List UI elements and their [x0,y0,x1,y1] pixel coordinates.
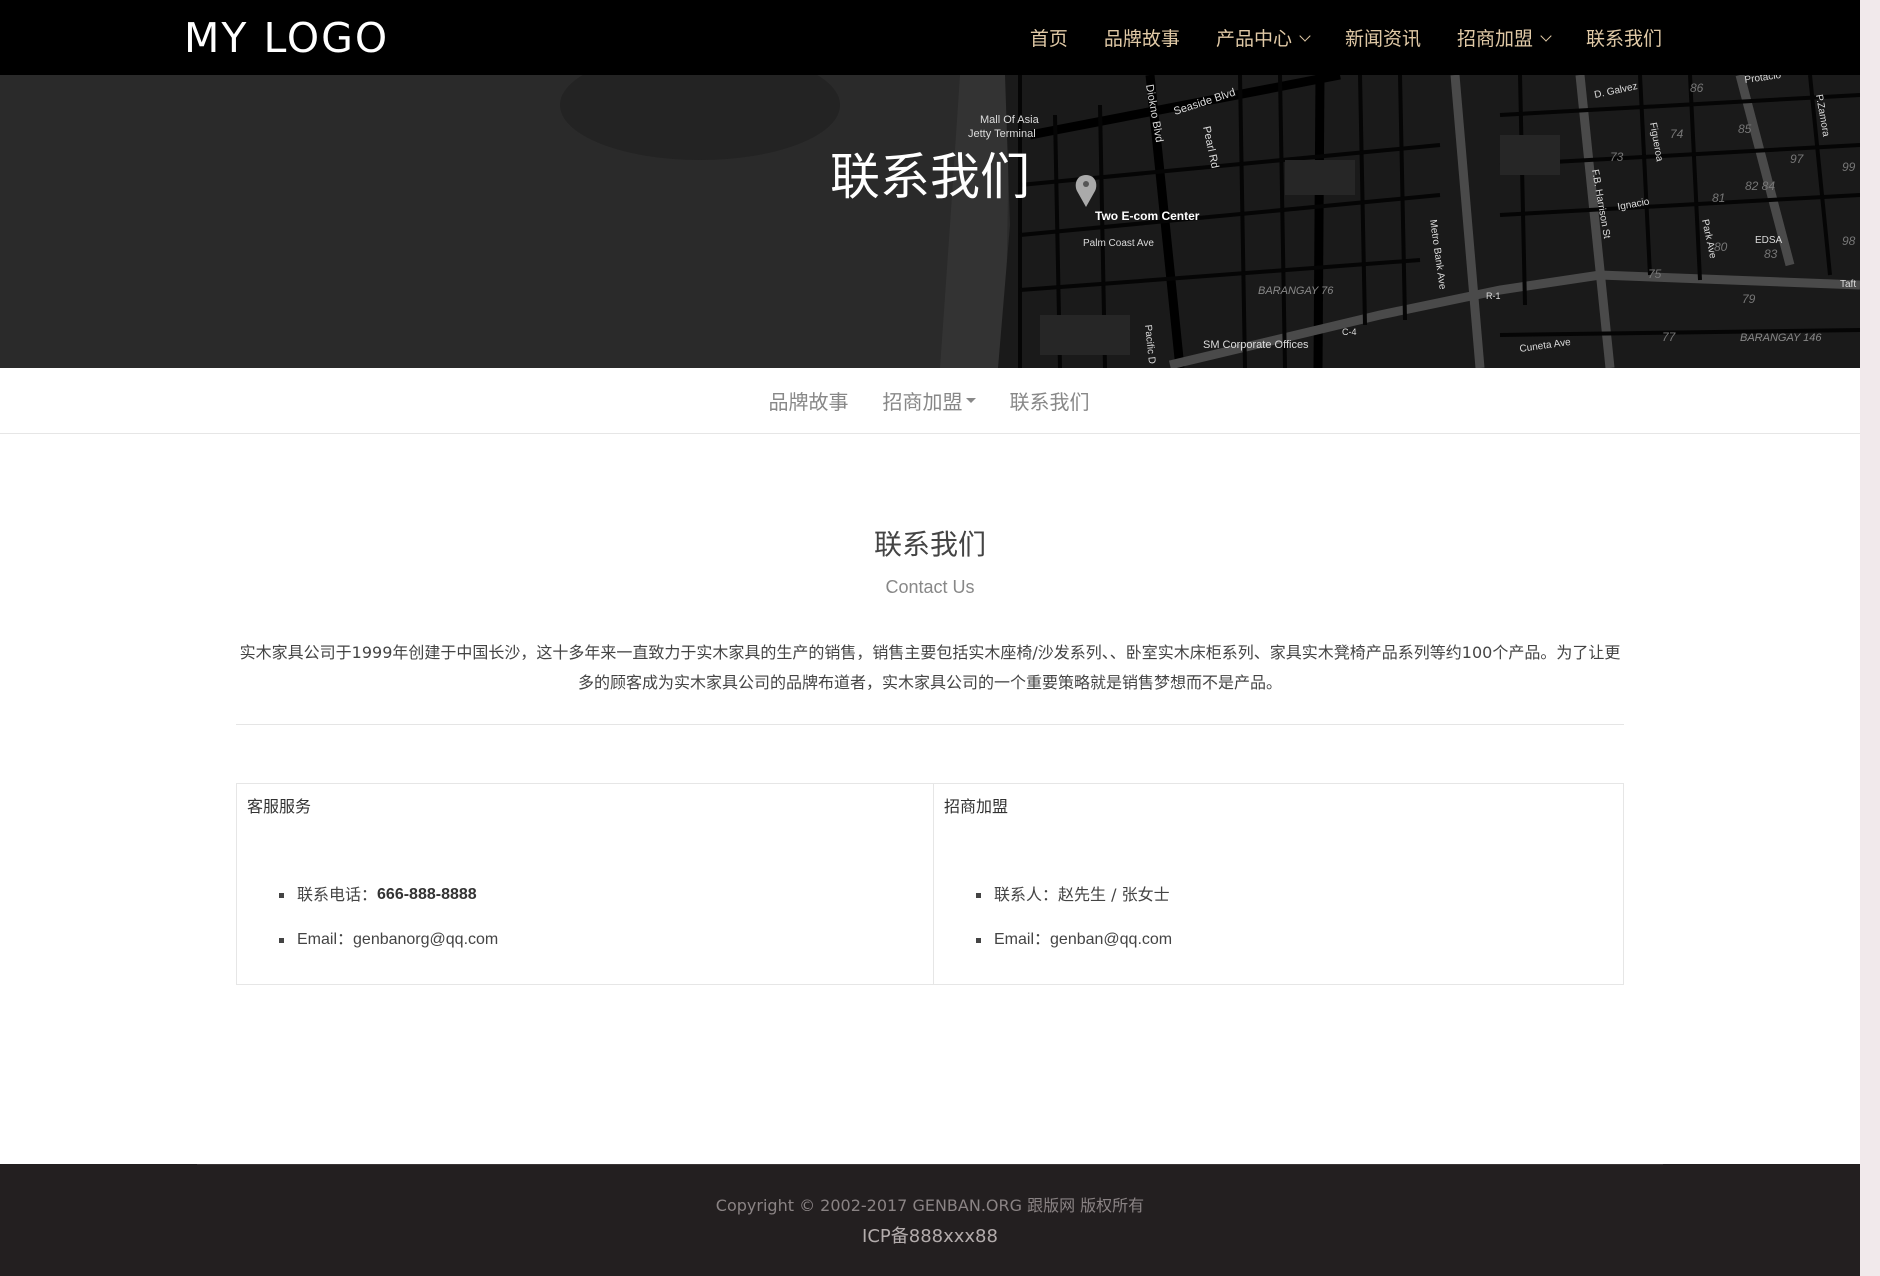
phone-number[interactable]: 666-888-8888 [377,883,477,907]
nav-item-label: 新闻资讯 [1344,28,1421,50]
email-label: Email： [297,931,354,948]
box-title: 客服服务 [247,797,312,816]
main-nav: 首页 品牌故事 产品中心 新闻资讯 招商加盟 联系我们 [1030,0,1662,75]
scroll-gutter [1860,0,1880,1276]
site-header: MY LOGO 首页 品牌故事 产品中心 新闻资讯 招商加盟 联系我们 [0,0,1860,75]
map-label: EDSA [1755,235,1783,246]
section-title: 联系我们 [873,528,986,561]
chevron-down-icon [1540,29,1552,42]
nav-item-label: 联系我们 [1585,28,1662,50]
site-footer: Copyright © 2002-2017 GENBAN.ORG 跟版网 版权所… [0,1164,1860,1276]
caret-down-icon [965,398,976,403]
map-number: 86 [1690,81,1704,95]
copyright-text: Copyright © 2002-2017 GENBAN.ORG 跟版网 版权所… [715,1196,1145,1215]
intro-text: 实木家具公司于1999年创建于中国长沙，这十多年来一直致力于实木家具的生产的销售… [236,638,1624,698]
nav-item-home[interactable]: 首页 [1030,24,1068,51]
contact-list: 联系人： 赵先生 / 张女士 Email： genban@qq.com [975,883,1172,973]
contact-person-label: 联系人： [994,885,1059,904]
subnav-item-label: 联系我们 [1009,390,1090,414]
intro-line: 实木家具公司于1999年创建于中国长沙，这十多年来一直致力于实木家具的生产的销售… [239,643,1621,662]
contact-list: 联系电话： 666-888-8888 Email： genbanorg@qq.c… [278,883,498,973]
intro-line: 多的顾客成为实木家具公司的品牌布道者，实木家具公司的一个重要策略就是销售梦想而不… [577,673,1282,692]
email-link[interactable]: genbanorg@qq.com [353,928,498,952]
map-number: 77 [1662,330,1677,344]
page: MY LOGO 首页 品牌故事 产品中心 新闻资讯 招商加盟 联系我们 Mall… [0,0,1860,1276]
map-label: Jetty Terminal [968,128,1036,140]
icp-text[interactable]: ICP备888xxx88 [0,1224,1860,1250]
divider [236,724,1624,725]
map-label: BARANGAY 146 [1740,332,1822,344]
nav-item-brand-story[interactable]: 品牌故事 [1104,24,1180,51]
map-label: Two E-com Center [1095,209,1200,223]
nav-item-franchise[interactable]: 招商加盟 [1456,24,1552,51]
subnav-item-brand-story[interactable]: 品牌故事 [769,386,849,415]
map-background: Mall Of Asia Jetty Terminal Seaside Blvd… [0,75,1860,368]
page-banner: Mall Of Asia Jetty Terminal Seaside Blvd… [0,75,1860,368]
franchise-box: 招商加盟 联系人： 赵先生 / 张女士 Email： genban@qq.com [933,783,1624,985]
subnav-item-label: 招商加盟 [882,390,963,414]
subnav-item-franchise[interactable]: 招商加盟 [883,386,976,415]
sub-nav: 品牌故事 招商加盟 联系我们 [0,368,1860,434]
footer-divider [197,1164,1663,1165]
map-number: 83 [1764,247,1778,261]
map-label: C-4 [1342,327,1357,337]
section-subtitle: Contact Us [885,577,975,597]
nav-item-label: 招商加盟 [1456,28,1533,50]
nav-item-label: 品牌故事 [1103,28,1180,50]
map-label: Palm Coast Ave [1083,238,1154,249]
email-label: Email： [994,931,1051,948]
subnav-item-contact[interactable]: 联系我们 [1010,386,1090,415]
map-number: 74 [1670,127,1684,141]
map-number: 79 [1742,292,1756,306]
map-label: R-1 [1486,291,1501,301]
subnav-item-label: 品牌故事 [768,390,849,414]
nav-item-label: 产品中心 [1215,28,1292,50]
customer-service-box: 客服服务 联系电话： 666-888-8888 Email： genbanorg… [236,783,934,985]
map-number: 75 [1648,267,1662,281]
banner-title: 联系我们 [830,148,1030,206]
chevron-down-icon [1299,29,1311,42]
nav-item-label: 首页 [1029,28,1068,50]
list-item: 联系电话： 666-888-8888 [278,883,498,907]
phone-label: 联系电话： [297,885,378,904]
contact-person: 赵先生 / 张女士 [1058,885,1170,904]
box-title: 招商加盟 [944,797,1009,816]
nav-item-contact[interactable]: 联系我们 [1586,24,1662,51]
list-item: 联系人： 赵先生 / 张女士 [975,883,1172,907]
map-number: 98 [1842,234,1856,248]
map-label: Taft [1840,279,1856,290]
site-logo[interactable]: MY LOGO [184,12,389,64]
nav-item-news[interactable]: 新闻资讯 [1345,24,1421,51]
map-label: SM Corporate Offices [1203,339,1309,351]
map-number: 85 [1738,122,1752,136]
map-label: Mall Of Asia [980,114,1040,126]
list-item: Email： genban@qq.com [975,928,1172,952]
list-item: Email： genbanorg@qq.com [278,928,498,952]
map-label: BARANGAY 76 [1258,285,1334,297]
map-number: 80 [1714,240,1728,254]
email-link[interactable]: genban@qq.com [1050,928,1172,952]
nav-item-products[interactable]: 产品中心 [1215,24,1311,51]
